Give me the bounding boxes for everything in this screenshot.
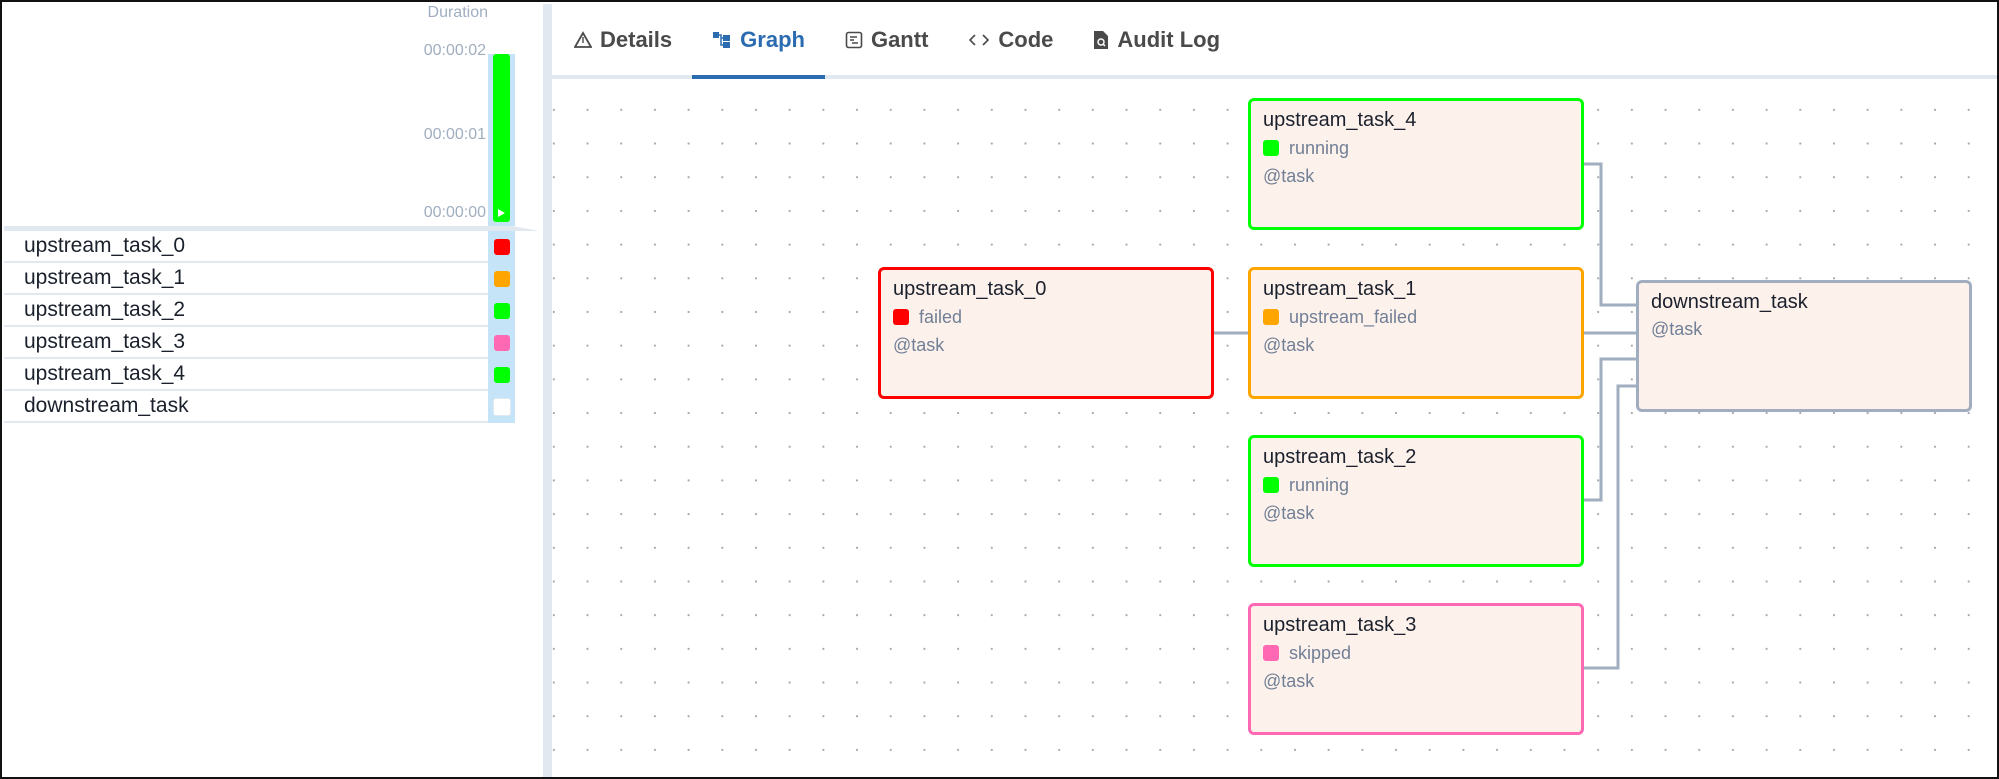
node-title: upstream_task_3 xyxy=(1263,614,1417,636)
node-state: skipped xyxy=(1263,642,1569,664)
task-state-square[interactable] xyxy=(492,398,511,416)
task-state-square[interactable] xyxy=(493,239,510,255)
task-row[interactable]: downstream_task xyxy=(4,391,515,423)
panel-resize-handle[interactable] xyxy=(543,4,552,777)
task-row[interactable]: upstream_task_2 xyxy=(4,295,515,327)
node-title: downstream_task xyxy=(1651,291,1808,313)
node-state-label: upstream_failed xyxy=(1289,307,1418,327)
task-list: upstream_task_0 upstream_task_1 upstream_t… xyxy=(4,231,515,423)
node-state-label: running xyxy=(1289,475,1350,495)
node-state: upstream_failed xyxy=(1263,306,1569,328)
node-state-label: running xyxy=(1289,138,1350,158)
tab-label: Graph xyxy=(740,26,805,52)
node-operator: @task xyxy=(893,335,945,355)
audit-log-icon xyxy=(1093,30,1109,50)
task-name[interactable]: upstream_task_1 xyxy=(4,266,515,290)
tab-audit-log[interactable]: Audit Log xyxy=(1073,4,1240,75)
tab-label: Code xyxy=(998,26,1054,52)
tab-label: Audit Log xyxy=(1117,26,1221,52)
node-state-label: skipped xyxy=(1289,643,1352,663)
state-square-icon xyxy=(1263,645,1279,661)
tab-gantt[interactable]: Gantt xyxy=(825,4,948,75)
tab-code[interactable]: Code xyxy=(948,4,1073,75)
tab-details[interactable]: Details xyxy=(552,4,692,75)
task-state-square[interactable] xyxy=(493,303,510,319)
graph-node-upstream-task-0[interactable]: upstream_task_0failed @task xyxy=(878,267,1214,399)
task-instance-cell[interactable] xyxy=(488,295,515,327)
node-title: upstream_task_2 xyxy=(1263,446,1417,468)
graph-node-upstream-task-3[interactable]: upstream_task_3skipped @task xyxy=(1248,603,1584,735)
task-instance-cell[interactable] xyxy=(488,391,515,423)
node-title: upstream_task_1 xyxy=(1263,278,1417,300)
grid-panel: Duration 00:00:02 00:00:01 00:00:00 upst… xyxy=(4,4,543,777)
task-name[interactable]: upstream_task_4 xyxy=(4,362,515,386)
task-state-square[interactable] xyxy=(493,335,510,351)
graph-node-upstream-task-4[interactable]: upstream_task_4running @task xyxy=(1248,98,1584,230)
task-row[interactable]: upstream_task_3 xyxy=(4,327,515,359)
task-state-square[interactable] xyxy=(493,271,510,287)
warning-triangle-icon xyxy=(574,30,592,49)
graph-node-upstream-task-2[interactable]: upstream_task_2running @task xyxy=(1248,435,1584,567)
tab-bar: Details Graph Gantt Code Audit Log xyxy=(552,4,1997,79)
node-operator: @task xyxy=(1263,671,1315,691)
duration-tick: 00:00:00 xyxy=(423,204,486,221)
task-instance-cell[interactable] xyxy=(488,263,515,295)
duration-tick: 00:00:02 xyxy=(423,42,486,59)
node-title: upstream_task_4 xyxy=(1263,109,1417,131)
duration-tick: 00:00:01 xyxy=(423,126,486,143)
task-name[interactable]: upstream_task_0 xyxy=(4,234,515,258)
task-instance-cell[interactable] xyxy=(488,327,515,359)
gantt-icon xyxy=(845,31,863,49)
state-square-icon xyxy=(1263,309,1279,325)
tab-graph[interactable]: Graph xyxy=(692,4,825,79)
node-title: upstream_task_0 xyxy=(893,278,1047,300)
state-square-icon xyxy=(1263,477,1279,493)
task-state-square[interactable] xyxy=(493,367,510,383)
node-operator: @task xyxy=(1263,166,1315,186)
state-square-icon xyxy=(1263,140,1279,156)
task-row[interactable]: upstream_task_1 xyxy=(4,263,515,295)
task-row[interactable]: upstream_task_4 xyxy=(4,359,515,391)
node-state: running xyxy=(1263,474,1569,496)
node-state-label: failed xyxy=(919,307,963,327)
graph-icon xyxy=(712,31,732,49)
task-instance-cell[interactable] xyxy=(488,231,515,263)
task-name[interactable]: downstream_task xyxy=(4,394,515,418)
task-name[interactable]: upstream_task_3 xyxy=(4,330,515,354)
dag-run-duration-bar[interactable] xyxy=(493,54,510,222)
task-instance-cell[interactable] xyxy=(488,359,515,391)
state-square-icon xyxy=(893,309,909,325)
tab-label: Details xyxy=(600,26,673,52)
graph-node-downstream-task[interactable]: downstream_task @task xyxy=(1636,280,1972,412)
code-icon xyxy=(968,31,990,49)
node-state: failed xyxy=(893,306,1199,328)
task-row[interactable]: upstream_task_0 xyxy=(4,231,515,263)
node-operator: @task xyxy=(1263,335,1315,355)
node-state: running xyxy=(1263,137,1569,159)
duration-axis-label: Duration xyxy=(427,4,488,21)
task-name[interactable]: upstream_task_2 xyxy=(4,298,515,322)
graph-node-upstream-task-1[interactable]: upstream_task_1 upstream_failed @task xyxy=(1248,267,1584,399)
app-window: Duration 00:00:02 00:00:01 00:00:00 upst… xyxy=(0,0,1999,779)
node-operator: @task xyxy=(1263,503,1315,523)
node-operator: @task xyxy=(1651,319,1703,339)
play-icon xyxy=(498,209,505,217)
tab-label: Gantt xyxy=(870,26,929,52)
